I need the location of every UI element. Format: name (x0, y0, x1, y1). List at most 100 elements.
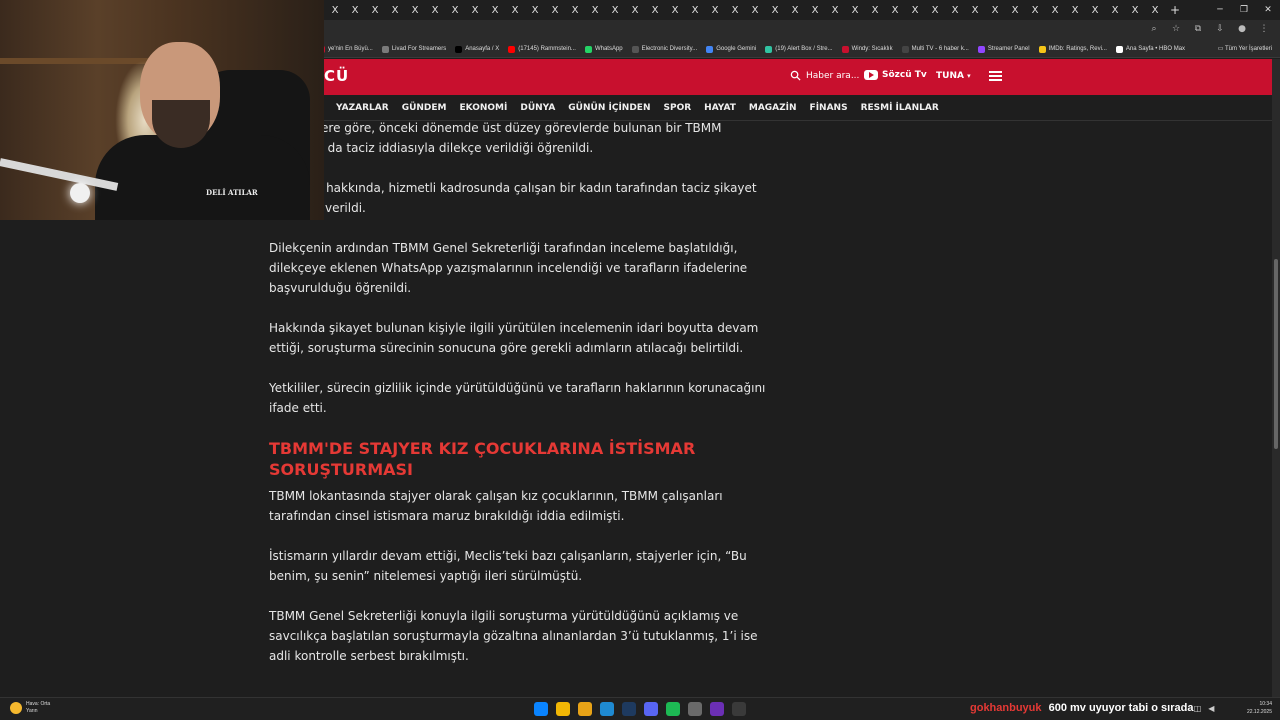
star-icon[interactable]: ☆ (1170, 24, 1182, 34)
browser-tab[interactable]: X (325, 0, 345, 20)
browser-tab[interactable]: X (1045, 0, 1065, 20)
taskbar-app-icon[interactable] (622, 702, 636, 716)
youtube-link[interactable]: Sözcü Tv (864, 70, 927, 80)
nav-item[interactable]: GÜNDEM (402, 103, 447, 113)
browser-tab[interactable]: X (565, 0, 585, 20)
browser-tab[interactable]: X (485, 0, 505, 20)
profile-icon[interactable]: ● (1236, 24, 1248, 34)
nav-item[interactable]: YAZARLAR (336, 103, 389, 113)
browser-tab[interactable]: X (805, 0, 825, 20)
bookmark-item[interactable]: Windy: Sıcaklık (841, 45, 893, 53)
browser-tab[interactable]: X (905, 0, 925, 20)
bookmark-item[interactable]: Streamer Panel (977, 45, 1030, 53)
taskbar-app-icon[interactable] (710, 702, 724, 716)
bookmark-item[interactable]: (17145) Rammstein... (508, 45, 576, 53)
browser-tab[interactable]: X (405, 0, 425, 20)
taskbar-app-icon[interactable] (688, 702, 702, 716)
minimize-icon[interactable]: ─ (1208, 0, 1232, 20)
browser-tab[interactable]: X (385, 0, 405, 20)
taskbar-app-icon[interactable] (666, 702, 680, 716)
nav-item[interactable]: SPOR (663, 103, 691, 113)
taskbar-app-icon[interactable] (600, 702, 614, 716)
bookmark-item[interactable]: IMDb: Ratings, Revi... (1038, 45, 1107, 53)
browser-tab[interactable]: X (665, 0, 685, 20)
youtube-icon (864, 70, 878, 80)
downloads-icon[interactable]: ⇩ (1214, 24, 1226, 34)
taskbar-app-icon[interactable] (534, 702, 548, 716)
browser-tab[interactable]: X (685, 0, 705, 20)
nav-item[interactable]: EKONOMİ (460, 103, 508, 113)
browser-tab[interactable]: X (525, 0, 545, 20)
page-scrollbar[interactable] (1272, 59, 1280, 697)
bookmark-item[interactable]: Ana Sayfa • HBO Max (1115, 45, 1185, 53)
browser-tab[interactable]: X (1005, 0, 1025, 20)
bookmark-item[interactable]: WhatsApp (584, 45, 623, 53)
browser-tab[interactable]: X (605, 0, 625, 20)
nav-item[interactable]: DÜNYA (520, 103, 555, 113)
bookmark-item[interactable]: Google Gemini (706, 45, 756, 53)
bookmark-label: Multi TV - 6 haber k... (911, 46, 969, 52)
browser-tab[interactable]: X (365, 0, 385, 20)
browser-tab[interactable]: X (465, 0, 485, 20)
user-menu[interactable]: TUNA ▾ (936, 71, 971, 81)
taskbar-app-icon[interactable] (556, 702, 570, 716)
taskbar-app-icon[interactable] (732, 702, 746, 716)
close-icon[interactable]: ✕ (1256, 0, 1280, 20)
tray-chevron-icon[interactable]: ⌃ (1180, 704, 1187, 713)
browser-tab[interactable]: X (425, 0, 445, 20)
taskbar-app-icon[interactable] (644, 702, 658, 716)
browser-tab[interactable]: X (865, 0, 885, 20)
nav-item[interactable]: HAYAT (704, 103, 736, 113)
bookmark-item[interactable]: Electronic Diversity... (631, 45, 697, 53)
bookmark-item[interactable]: Livad For Streamers (381, 45, 446, 53)
hamburger-menu-icon[interactable] (989, 71, 1002, 81)
nav-item[interactable]: RESMİ İLANLAR (861, 103, 939, 113)
browser-tab[interactable]: X (645, 0, 665, 20)
menu-dots-icon[interactable]: ⋮ (1258, 24, 1270, 34)
zoom-icon[interactable]: ⌕ (1148, 24, 1160, 34)
nav-item[interactable]: FİNANS (810, 103, 848, 113)
extensions-icon[interactable]: ⧉ (1192, 24, 1204, 34)
browser-tab[interactable]: X (925, 0, 945, 20)
weather-widget[interactable]: Hava: Orta Yarın (10, 701, 50, 715)
bookmark-item[interactable]: Multi TV - 6 haber k... (901, 45, 969, 53)
browser-tab[interactable]: X (345, 0, 365, 20)
browser-tab[interactable]: X (585, 0, 605, 20)
browser-tab[interactable]: X (725, 0, 745, 20)
browser-tab[interactable]: X (545, 0, 565, 20)
site-logo[interactable]: CÜ (324, 67, 349, 85)
browser-tab[interactable]: X (1105, 0, 1125, 20)
browser-tab[interactable]: X (1085, 0, 1105, 20)
browser-tab[interactable]: X (1145, 0, 1165, 20)
browser-tab[interactable]: X (1125, 0, 1145, 20)
browser-tab[interactable]: X (625, 0, 645, 20)
nav-item[interactable]: MAGAZİN (749, 103, 797, 113)
restore-icon[interactable]: ❐ (1232, 0, 1256, 20)
browser-tab[interactable]: X (765, 0, 785, 20)
browser-tab[interactable]: X (845, 0, 865, 20)
volume-icon[interactable]: ◀ (1208, 704, 1214, 713)
browser-tab[interactable]: X (445, 0, 465, 20)
browser-tab[interactable]: X (885, 0, 905, 20)
site-search[interactable]: Haber ara... (790, 70, 859, 81)
bookmark-item[interactable]: (19) Alert Box / Stre... (765, 45, 833, 53)
browser-tab[interactable]: X (985, 0, 1005, 20)
browser-tab[interactable]: X (1065, 0, 1085, 20)
browser-tab[interactable]: X (965, 0, 985, 20)
new-tab-button[interactable]: + (1165, 3, 1185, 17)
bookmark-folder[interactable]: ▭ Tüm Yer İşaretleri (1218, 45, 1272, 52)
network-icon[interactable]: ◫ (1194, 704, 1202, 713)
taskbar-app-icon[interactable] (578, 702, 592, 716)
browser-tab[interactable]: X (505, 0, 525, 20)
clock[interactable]: 10:34 22.12.2025 (1240, 700, 1272, 716)
browser-tab[interactable]: X (705, 0, 725, 20)
browser-tab[interactable]: X (945, 0, 965, 20)
scrollbar-thumb[interactable] (1274, 259, 1278, 449)
browser-tab[interactable]: X (1025, 0, 1045, 20)
bookmark-item[interactable]: ye'nin En Büyü... (318, 45, 373, 53)
browser-tab[interactable]: X (785, 0, 805, 20)
bookmark-item[interactable]: Anasayfa / X (455, 45, 499, 53)
browser-tab[interactable]: X (745, 0, 765, 20)
nav-item[interactable]: GÜNÜN İÇİNDEN (568, 103, 650, 113)
browser-tab[interactable]: X (825, 0, 845, 20)
